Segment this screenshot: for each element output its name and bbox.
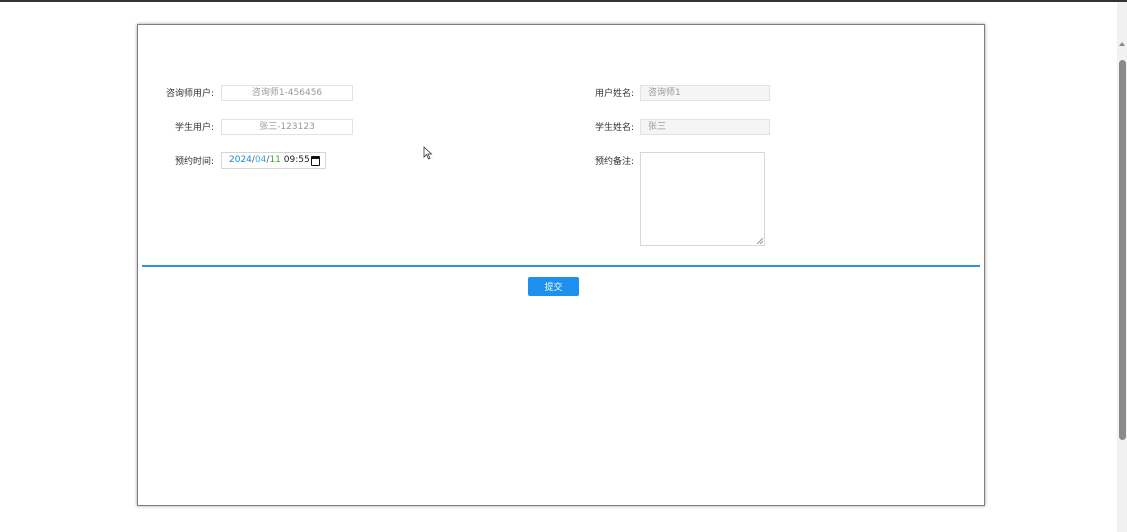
datetime-time[interactable]: 09:55 (284, 155, 310, 165)
resize-handle-icon[interactable] (757, 238, 763, 244)
user-name-label: 用户姓名: (594, 89, 634, 99)
counselor-user-label: 咨询师用户: (165, 89, 214, 99)
top-border (0, 0, 1127, 2)
datetime-year[interactable]: 2024 (229, 155, 252, 165)
remark-textarea[interactable] (640, 152, 765, 246)
form-divider (142, 265, 980, 267)
student-name-label: 学生姓名: (594, 123, 634, 133)
submit-button[interactable]: 提交 (528, 277, 579, 296)
user-name-field[interactable]: 咨询师1 (640, 85, 770, 101)
scrollbar-thumb[interactable] (1119, 60, 1126, 440)
counselor-user-field[interactable]: 咨询师1-456456 (221, 85, 353, 101)
calendar-icon[interactable] (311, 156, 320, 166)
appointment-form-panel: 咨询师用户: 咨询师1-456456 学生用户: 张三-123123 预约时间:… (137, 24, 985, 506)
remark-label: 预约备注: (594, 157, 634, 167)
appointment-time-label: 预约时间: (174, 157, 214, 167)
mouse-cursor-icon (423, 146, 433, 160)
datetime-day[interactable]: 11 (269, 155, 280, 165)
student-user-field[interactable]: 张三-123123 (221, 119, 353, 135)
appointment-datetime-input[interactable]: 2024/04/11 09:55 (221, 152, 326, 169)
scroll-up-arrow-icon[interactable] (1119, 42, 1125, 46)
student-name-field[interactable]: 张三 (640, 119, 770, 135)
student-user-label: 学生用户: (174, 123, 214, 133)
vertical-scrollbar[interactable] (1117, 2, 1127, 532)
datetime-month[interactable]: 04 (255, 155, 266, 165)
